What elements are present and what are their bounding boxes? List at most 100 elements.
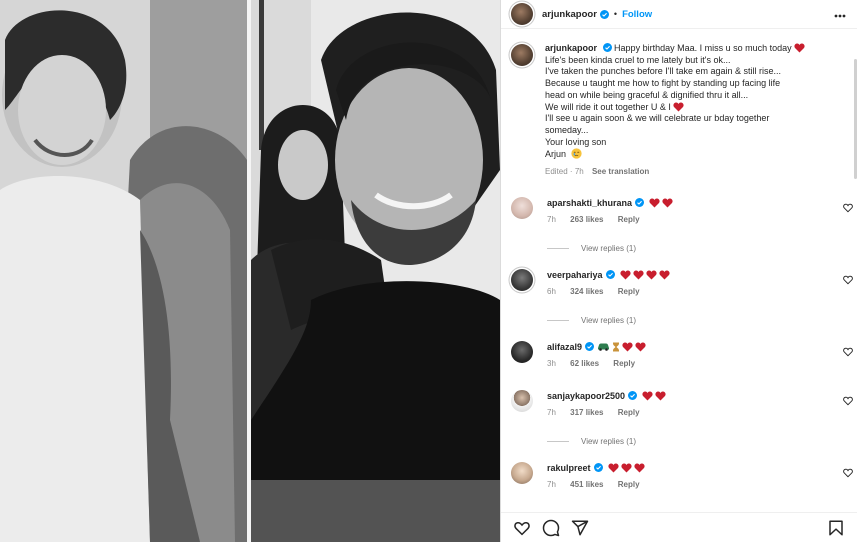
caption-line: We will ride it out together U & I	[545, 101, 671, 112]
caption-username[interactable]: arjunkapoor	[545, 43, 597, 53]
comment-body: aparshakti_khurana 7h 263 likes Reply	[547, 197, 847, 224]
post-side-panel: arjunkapoor • Follow arjunkapoor Happy b…	[500, 0, 857, 542]
heart-outline-icon[interactable]	[843, 203, 853, 213]
red-heart-icon	[632, 270, 644, 280]
heart-outline-icon[interactable]	[843, 347, 853, 357]
red-heart-icon	[794, 43, 805, 53]
view-replies-link[interactable]: View replies (1)	[547, 244, 847, 253]
photo-left-illustration	[0, 0, 247, 542]
car-emoji-icon	[598, 343, 610, 352]
reply-button[interactable]: Reply	[618, 408, 640, 417]
heart-outline-icon[interactable]	[513, 519, 531, 537]
comment-meta: 7h 317 likes Reply	[547, 408, 847, 417]
red-heart-icon	[673, 102, 684, 112]
comment-text: sanjaykapoor2500	[547, 390, 847, 402]
post-media[interactable]	[0, 0, 500, 542]
comment-likes[interactable]: 62 likes	[570, 359, 599, 368]
comment-likes[interactable]: 263 likes	[570, 215, 603, 224]
commenter-avatar[interactable]	[511, 340, 533, 363]
comments-scroll-area[interactable]: arjunkapoor Happy birthday Maa. I miss u…	[501, 29, 857, 512]
caption-line: Your loving son	[545, 136, 607, 147]
author-avatar[interactable]	[511, 3, 533, 25]
red-heart-icon	[622, 342, 633, 352]
comment-text: alifazal9	[547, 341, 847, 353]
comment-text: aparshakti_khurana	[547, 197, 847, 209]
verified-badge-icon	[602, 43, 612, 52]
bookmark-icon[interactable]	[827, 519, 845, 537]
commenter-username[interactable]: aparshakti_khurana	[547, 197, 632, 209]
commenter-username[interactable]: sanjaykapoor2500	[547, 390, 625, 402]
comment-likes[interactable]: 317 likes	[570, 408, 603, 417]
comment-likes[interactable]: 451 likes	[570, 480, 603, 489]
comment-item: sanjaykapoor2500 7h 317 likes Reply	[511, 389, 853, 417]
author-username[interactable]: arjunkapoor	[542, 9, 597, 20]
verified-badge-icon	[628, 391, 638, 401]
view-replies-link[interactable]: View replies (1)	[547, 437, 847, 446]
comment-time[interactable]: 6h	[547, 287, 556, 296]
comment-meta: 7h 451 likes Reply	[547, 480, 847, 489]
caption-body: arjunkapoor Happy birthday Maa. I miss u…	[545, 43, 805, 178]
comment-time[interactable]: 7h	[547, 480, 556, 489]
comment-hearts	[640, 390, 666, 402]
replies-line	[547, 440, 569, 442]
caption-line: Because u taught me how to fight by stan…	[545, 78, 781, 89]
comment-likes[interactable]: 324 likes	[570, 287, 603, 296]
heart-outline-icon[interactable]	[843, 468, 853, 478]
caption-line: head on while being graceful & dignified…	[545, 89, 749, 100]
comment-item: rakulpreet 7h 451 likes Reply	[511, 461, 853, 489]
view-replies-label: View replies (1)	[581, 315, 636, 325]
reply-button[interactable]: Reply	[618, 287, 640, 296]
crying-face-emoji-icon	[570, 148, 582, 159]
red-heart-icon	[619, 270, 631, 280]
red-heart-icon	[607, 463, 619, 473]
view-replies-label: View replies (1)	[581, 243, 636, 253]
header-separator: •	[613, 9, 618, 19]
verified-badge-icon	[593, 463, 603, 473]
comment-time[interactable]: 7h	[547, 408, 556, 417]
reply-button[interactable]: Reply	[618, 215, 640, 224]
photo-right-illustration	[251, 0, 500, 542]
caption-time[interactable]: 7h	[575, 167, 584, 176]
photo-left-mother	[0, 0, 247, 542]
view-replies-label: View replies (1)	[581, 436, 636, 446]
heart-outline-icon[interactable]	[843, 275, 853, 285]
follow-button[interactable]: Follow	[622, 9, 652, 20]
comment-item: alifazal9 3h 62 likes Reply	[511, 340, 853, 368]
red-heart-icon	[635, 342, 646, 352]
comment-body: sanjaykapoor2500 7h 317 likes Reply	[547, 390, 847, 417]
scrollbar[interactable]	[853, 29, 857, 541]
comment-hearts	[647, 197, 673, 209]
commenter-username[interactable]: veerpahariya	[547, 269, 603, 281]
red-heart-icon	[645, 270, 657, 280]
comment-time[interactable]: 7h	[547, 215, 556, 224]
verified-badge-icon	[635, 198, 645, 208]
comment-icon[interactable]	[542, 519, 560, 537]
verified-badge-icon	[605, 270, 615, 280]
caption-line: I've taken the punches before I'll take …	[545, 66, 782, 77]
red-heart-icon	[658, 270, 670, 280]
instagram-post-viewer: arjunkapoor • Follow arjunkapoor Happy b…	[0, 0, 857, 542]
caption-line: Arjun	[545, 149, 567, 160]
commenter-avatar[interactable]	[511, 196, 533, 219]
commenter-avatar[interactable]	[511, 268, 533, 291]
commenter-username[interactable]: rakulpreet	[547, 462, 591, 474]
comment-meta: 3h 62 likes Reply	[547, 359, 847, 368]
heart-outline-icon[interactable]	[843, 396, 853, 406]
comment-body: rakulpreet 7h 451 likes Reply	[547, 462, 847, 489]
share-icon[interactable]	[571, 519, 589, 537]
caption-line: someday...	[545, 124, 589, 135]
more-horizontal-icon[interactable]	[833, 10, 847, 18]
reply-button[interactable]: Reply	[613, 359, 635, 368]
comment-hearts	[606, 462, 645, 474]
comment-meta: 6h 324 likes Reply	[547, 287, 847, 296]
caption-avatar[interactable]	[511, 44, 533, 66]
reply-button[interactable]: Reply	[618, 480, 640, 489]
post-caption: arjunkapoor Happy birthday Maa. I miss u…	[511, 43, 847, 178]
comment-body: alifazal9 3h 62 likes Reply	[547, 341, 847, 368]
see-translation-link[interactable]: See translation	[592, 167, 649, 176]
commenter-avatar[interactable]	[511, 461, 533, 484]
commenter-username[interactable]: alifazal9	[547, 341, 582, 353]
commenter-avatar[interactable]	[511, 389, 533, 412]
view-replies-link[interactable]: View replies (1)	[547, 316, 847, 325]
comment-time[interactable]: 3h	[547, 359, 556, 368]
